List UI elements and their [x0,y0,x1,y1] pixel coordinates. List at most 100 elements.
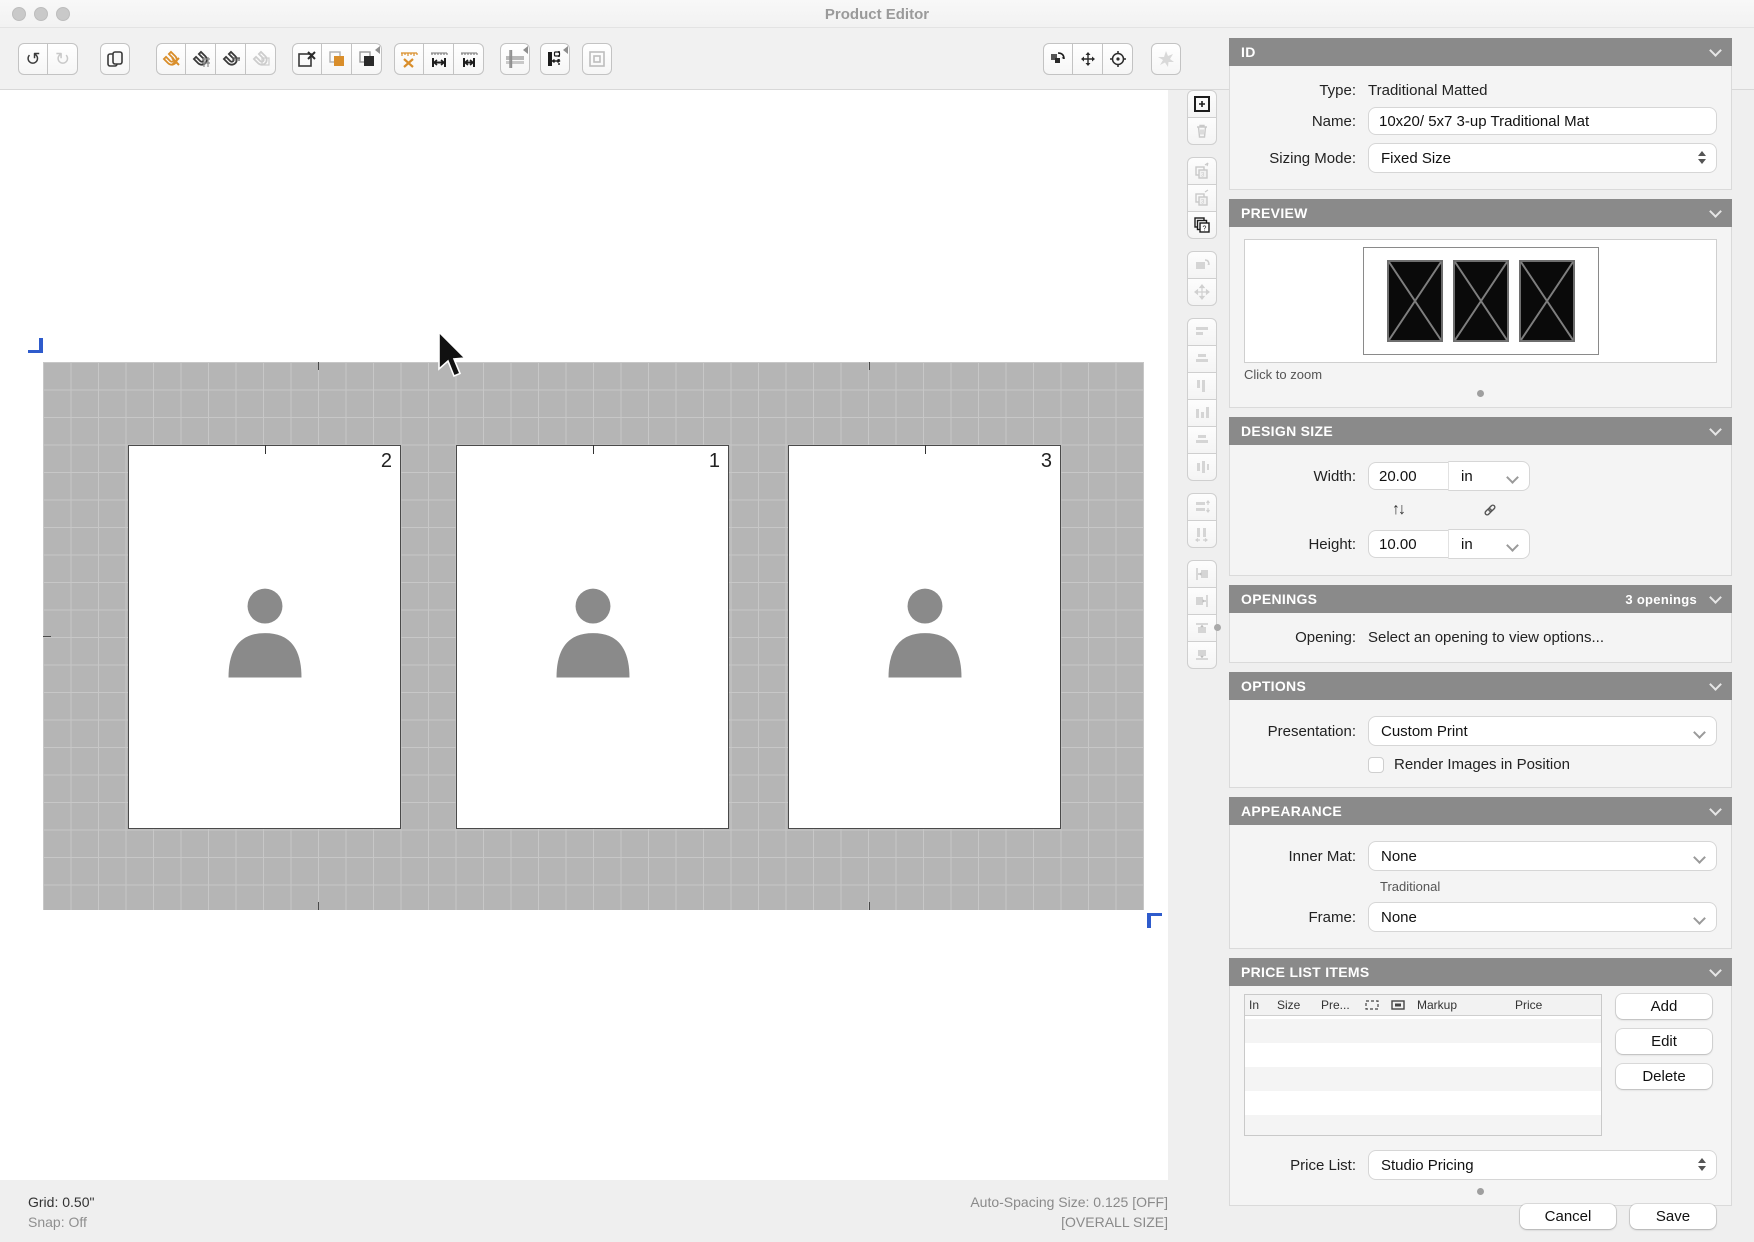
section-title: APPEARANCE [1241,803,1342,819]
move-opening-button[interactable] [1187,278,1217,306]
mat-board[interactable]: 2 1 3 [43,362,1144,910]
align-left-bars-button[interactable] [1187,318,1217,346]
chevron-down-icon [1709,678,1722,691]
auto-spacing-status: Auto-Spacing Size: 0.125 [OFF] [768,1192,1168,1212]
price-list-table[interactable]: In Size Pre... Markup Price [1244,994,1602,1136]
fit-view-button[interactable] [1073,43,1103,75]
magnet-ruler-icon [221,49,241,69]
add-opening-button[interactable] [1187,90,1217,118]
sizing-mode-select[interactable]: Fixed Size [1368,143,1717,173]
section-id-header[interactable]: ID [1229,38,1732,66]
section-appearance-header[interactable]: APPEARANCE [1229,797,1732,825]
mat-quarter-tick [869,362,870,370]
magnet-off-button[interactable] [156,43,186,75]
undo-button[interactable]: ↺ [18,43,48,75]
section-title: OPTIONS [1241,678,1306,694]
overall-size-icon [587,49,607,69]
align-center-columns-button[interactable] [1187,453,1217,481]
preview-opening-x-icon [1453,260,1509,342]
inner-mat-subtext: Traditional [1380,879,1717,894]
duplicate-special-button[interactable]: ? [1187,211,1217,239]
rotate-opening-button[interactable] [1187,251,1217,279]
spacing-inner-button[interactable] [454,43,484,75]
overall-size-button[interactable] [582,43,612,75]
highlight-button[interactable] [1151,43,1181,75]
presentation-label: Presentation: [1244,723,1356,740]
stepper-icon [1698,151,1706,164]
align-center-bars-button[interactable] [1187,345,1217,373]
chevron-down-icon [1709,423,1722,436]
duplicate-back-button[interactable]: 3 [1187,184,1217,212]
section-price-list-header[interactable]: PRICE LIST ITEMS [1229,958,1732,986]
magnet-frame-button[interactable] [246,43,276,75]
add-opening-icon [1193,95,1211,113]
guides-button[interactable] [500,43,530,75]
delete-opening-button[interactable] [1187,117,1217,145]
height-label: Height: [1244,536,1356,553]
mat-quarter-tick [318,362,319,370]
chevron-down-icon [1709,803,1722,816]
spacing-off-button[interactable] [394,43,424,75]
magnet-grid-button[interactable] [186,43,216,75]
section-preview-header[interactable]: PREVIEW [1229,199,1732,227]
snap-top-button[interactable] [1187,614,1217,642]
preview-thumbnail[interactable] [1244,239,1717,363]
add-price-item-button[interactable]: Add [1616,994,1712,1019]
width-input[interactable] [1368,462,1448,490]
chevron-down-icon [1709,44,1722,57]
save-button[interactable]: Save [1630,1204,1716,1229]
width-unit-select[interactable]: in [1448,461,1530,491]
inner-mat-select[interactable]: None [1368,841,1717,871]
edit-price-item-button[interactable]: Edit [1616,1029,1712,1054]
spacing-outer-button[interactable] [424,43,454,75]
link-dimensions-icon[interactable] [1482,502,1498,518]
opening-fill-back-button[interactable] [352,43,382,75]
frame-select[interactable]: None [1368,902,1717,932]
render-images-checkbox[interactable] [1368,757,1384,773]
opening-2[interactable]: 2 [128,445,401,829]
snap-left-button[interactable] [1187,560,1217,588]
snap-right-button[interactable] [1187,587,1217,615]
name-input[interactable] [1368,107,1717,135]
swap-dimensions-icon[interactable]: ↑↓ [1392,501,1404,519]
opening-delete-button[interactable] [292,43,322,75]
opening-3[interactable]: 3 [788,445,1061,829]
section-options-header[interactable]: OPTIONS [1229,672,1732,700]
lock-guides-button[interactable] [540,43,570,75]
sizing-mode-value: Fixed Size [1381,150,1451,167]
section-design-size-header[interactable]: DESIGN SIZE [1229,417,1732,445]
price-list-select[interactable]: Studio Pricing [1368,1150,1717,1180]
opening-1[interactable]: 1 [456,445,729,829]
distribute-vertical-button[interactable] [1187,493,1217,521]
highlight-icon [1156,49,1176,69]
align-middle-bars-icon [1193,431,1211,449]
align-middle-bars-button[interactable] [1187,426,1217,454]
cancel-button[interactable]: Cancel [1520,1204,1616,1229]
center-target-button[interactable] [1103,43,1133,75]
price-list-label: Price List: [1244,1157,1356,1174]
chevron-down-icon [1506,471,1519,484]
arrange-order-button[interactable] [1043,43,1073,75]
align-bottom-bars-button[interactable] [1187,399,1217,427]
distribute-horizontal-button[interactable] [1187,520,1217,548]
align-columns-button[interactable] [1187,372,1217,400]
section-preview: PREVIEW [1229,199,1732,408]
column-size: Size [1273,998,1317,1012]
page-indicator-dot [1477,1188,1484,1195]
section-price-list: PRICE LIST ITEMS In Size Pre... [1229,958,1732,1206]
presentation-select[interactable]: Custom Print [1368,716,1717,746]
height-input[interactable] [1368,530,1448,558]
type-value: Traditional Matted [1368,82,1488,99]
magnet-ruler-button[interactable] [216,43,246,75]
design-canvas[interactable]: 2 1 3 [0,90,1168,1180]
delete-price-item-button[interactable]: Delete [1616,1064,1712,1089]
snap-bottom-button[interactable] [1187,641,1217,669]
height-unit-select[interactable]: in [1448,529,1530,559]
snap-bottom-icon [1193,646,1211,664]
duplicate-forward-button[interactable]: 3 [1187,157,1217,185]
redo-button[interactable]: ↻ [48,43,78,75]
duplicate-button[interactable] [100,43,130,75]
properties-panel: ID Type: Traditional Matted Name: Sizing… [1229,38,1732,1215]
section-openings-header[interactable]: OPENINGS 3 openings [1229,585,1732,613]
opening-fill-front-button[interactable] [322,43,352,75]
